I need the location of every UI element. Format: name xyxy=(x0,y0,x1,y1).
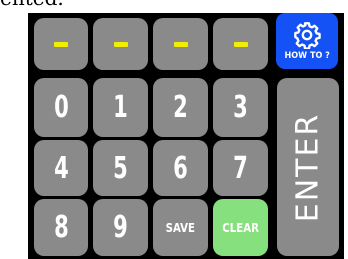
digit-label: 7 xyxy=(233,150,248,186)
digit-key-8[interactable]: 8 xyxy=(34,199,88,256)
code-slot-2 xyxy=(93,18,148,70)
code-slot-dash xyxy=(113,41,128,47)
how-to-button[interactable]: HOW TO ? xyxy=(276,13,338,69)
digit-label: 3 xyxy=(233,90,248,125)
digit-label: 5 xyxy=(113,150,128,186)
top-text: ented. xyxy=(0,0,64,8)
digit-label: 1 xyxy=(113,90,128,125)
digit-key-2[interactable]: 2 xyxy=(153,78,208,137)
digit-key-3[interactable]: 3 xyxy=(213,78,268,137)
code-slot-dash xyxy=(54,41,68,47)
keypad-panel: HOW TO ? 0 1 2 3 4 5 6 7 8 9 SAVE CLEAR … xyxy=(28,13,344,259)
code-slot-dash xyxy=(233,41,248,47)
digit-key-9[interactable]: 9 xyxy=(93,199,148,256)
digit-key-7[interactable]: 7 xyxy=(213,140,268,196)
clear-label: CLEAR xyxy=(222,220,259,235)
enter-button[interactable]: ENTER xyxy=(277,78,339,256)
code-slot-3 xyxy=(153,18,208,70)
partial-top-text: ented. xyxy=(0,0,348,12)
enter-label: ENTER xyxy=(290,112,326,222)
digit-label: 8 xyxy=(53,210,69,245)
gear-icon xyxy=(294,22,321,49)
save-button[interactable]: SAVE xyxy=(153,199,208,256)
code-slot-dash xyxy=(173,41,188,47)
save-label: SAVE xyxy=(165,220,196,235)
code-slot-1 xyxy=(34,18,88,70)
digit-key-5[interactable]: 5 xyxy=(93,140,148,196)
digit-key-4[interactable]: 4 xyxy=(34,140,88,196)
clear-button[interactable]: CLEAR xyxy=(213,199,268,256)
digit-label: 2 xyxy=(173,90,188,125)
digit-label: 4 xyxy=(53,150,69,186)
digit-key-1[interactable]: 1 xyxy=(93,78,148,137)
digit-label: 6 xyxy=(173,150,188,186)
how-to-label: HOW TO ? xyxy=(284,51,330,61)
digit-key-0[interactable]: 0 xyxy=(34,78,88,137)
digit-label: 9 xyxy=(113,210,128,245)
digit-label: 0 xyxy=(53,90,69,125)
code-slot-4 xyxy=(213,18,268,70)
digit-key-6[interactable]: 6 xyxy=(153,140,208,196)
